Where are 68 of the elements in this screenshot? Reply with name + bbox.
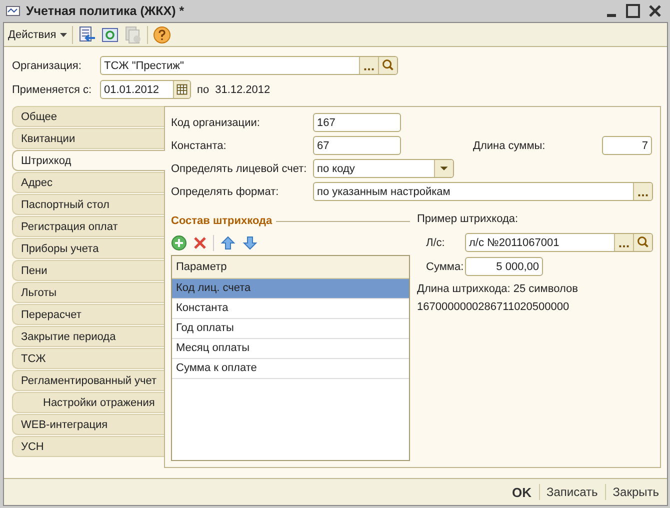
- down-arrow-icon[interactable]: [242, 235, 258, 251]
- sum-label: Сумма:: [426, 260, 465, 272]
- table-row[interactable]: Год оплаты: [172, 319, 409, 339]
- tab[interactable]: Адрес: [12, 172, 164, 193]
- up-arrow-icon[interactable]: [220, 235, 236, 251]
- import-icon[interactable]: [78, 26, 96, 44]
- tab[interactable]: Регламентированный учет: [12, 370, 164, 391]
- search-icon[interactable]: [378, 57, 397, 74]
- delete-icon[interactable]: [193, 236, 207, 250]
- tab[interactable]: Квитанции: [12, 128, 164, 149]
- dropdown-icon[interactable]: [434, 160, 453, 177]
- table-row[interactable]: Код лиц. счета: [172, 279, 409, 299]
- calendar-icon[interactable]: [173, 81, 190, 98]
- tab[interactable]: Общее: [12, 106, 164, 127]
- help-icon[interactable]: [153, 26, 172, 44]
- footer-button[interactable]: Закрыть: [610, 485, 661, 499]
- tab[interactable]: Перерасчет: [12, 304, 164, 325]
- format-label: Определять формат:: [171, 186, 280, 198]
- date-from-field[interactable]: 01.01.2012: [100, 80, 191, 99]
- organization-label: Организация:: [12, 60, 82, 72]
- section-title: Состав штрихкода: [171, 215, 272, 227]
- actions-menu[interactable]: Действия: [8, 28, 68, 40]
- period-to-label: по: [197, 84, 210, 96]
- tab[interactable]: WEB-интеграция: [12, 414, 164, 435]
- date-to-text: 31.12.2012: [215, 84, 270, 96]
- ellipsis-icon[interactable]: [614, 234, 633, 251]
- tab[interactable]: Закрытие периода: [12, 326, 164, 347]
- period-label: Применяется с:: [12, 84, 93, 96]
- tab[interactable]: УСН: [12, 436, 164, 457]
- add-icon[interactable]: [171, 235, 187, 251]
- format-field[interactable]: по указанным настройкам: [313, 182, 653, 201]
- footer-button[interactable]: Записать: [544, 485, 600, 499]
- column-header[interactable]: Параметр: [172, 256, 409, 279]
- tab[interactable]: Пени: [12, 260, 164, 281]
- sum-length-field[interactable]: 7: [602, 136, 652, 155]
- account-label: Л/с:: [426, 236, 446, 248]
- sum-field[interactable]: 5 000,00: [465, 257, 543, 276]
- tab[interactable]: Льготы: [12, 282, 164, 303]
- example-title: Пример штрихкода:: [417, 213, 520, 227]
- constant-label: Константа:: [171, 140, 228, 152]
- window-title: Учетная политика (ЖКХ) *: [26, 4, 184, 18]
- barcode-number: 1670000000286711020500000: [417, 301, 570, 313]
- org-code-field[interactable]: 167: [313, 113, 401, 132]
- tab[interactable]: Настройки отражения: [12, 392, 164, 413]
- close-icon[interactable]: [648, 4, 662, 18]
- footer-button[interactable]: OK: [510, 484, 534, 500]
- organization-field[interactable]: ТСЖ "Престиж": [100, 56, 398, 75]
- account-mode-dropdown[interactable]: по коду: [313, 159, 454, 178]
- search-icon[interactable]: [633, 234, 652, 251]
- ellipsis-icon[interactable]: [633, 183, 652, 200]
- tab[interactable]: Паспортный стол: [12, 194, 164, 215]
- caret-icon[interactable]: [60, 32, 68, 36]
- table-row[interactable]: Месяц оплаты: [172, 339, 409, 359]
- tab[interactable]: Регистрация оплат: [12, 216, 164, 237]
- account-mode-label: Определять лицевой счет:: [171, 162, 308, 174]
- maximize-icon[interactable]: [626, 4, 640, 18]
- table-row[interactable]: Константа: [172, 299, 409, 319]
- barcode-length-text: Длина штрихкода: 25 символов: [417, 283, 579, 295]
- account-field[interactable]: л/с №2011067001: [465, 233, 653, 252]
- ellipsis-icon[interactable]: [359, 57, 378, 74]
- org-code-label: Код организации:: [171, 116, 261, 128]
- sum-length-label: Длина суммы:: [473, 140, 546, 152]
- constant-field[interactable]: 67: [313, 136, 401, 155]
- tab[interactable]: Штрихкод: [12, 150, 165, 171]
- tab[interactable]: Приборы учета: [12, 238, 164, 259]
- tab[interactable]: ТСЖ: [12, 348, 164, 369]
- window-icon: [6, 6, 20, 16]
- table-row[interactable]: Сумма к оплате: [172, 359, 409, 379]
